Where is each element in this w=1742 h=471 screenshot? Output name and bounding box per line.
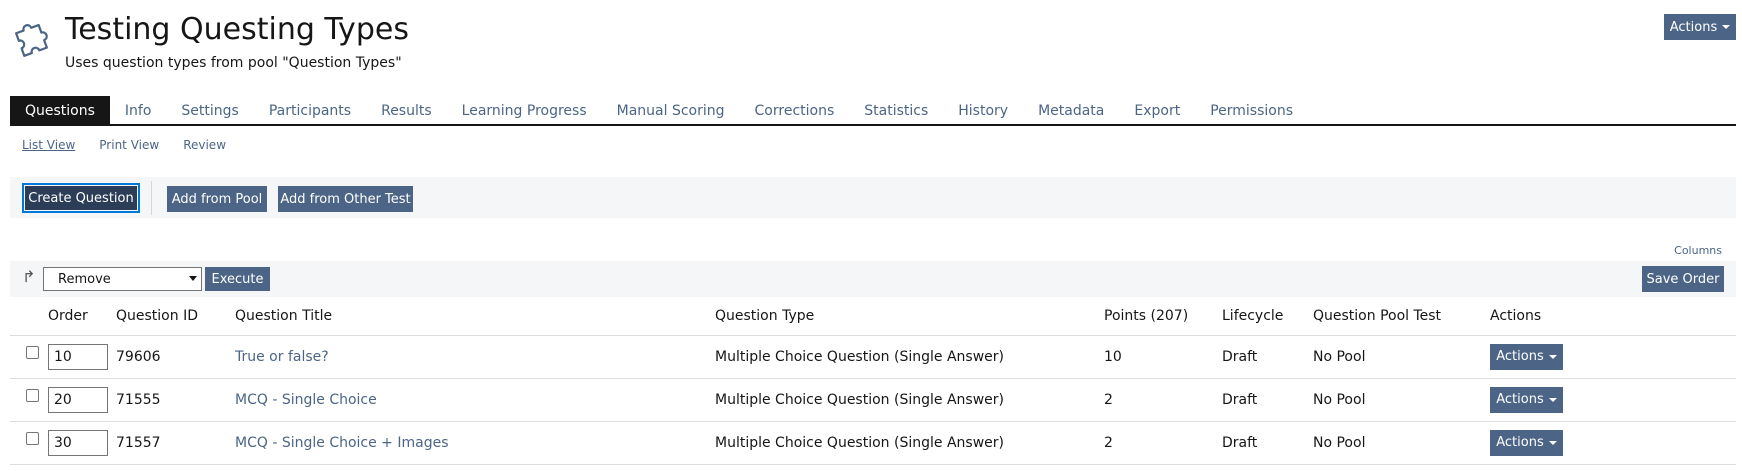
caret-down-icon — [1548, 397, 1557, 402]
subtab-bar: List View Print View Review — [10, 138, 238, 152]
row-actions-label: Actions — [1496, 435, 1544, 450]
row-checkbox[interactable] — [26, 389, 39, 402]
tab-settings[interactable]: Settings — [166, 96, 253, 126]
question-type: Multiple Choice Question (Single Answer) — [715, 378, 1104, 422]
row-actions-label: Actions — [1496, 349, 1544, 364]
tab-permissions[interactable]: Permissions — [1195, 96, 1308, 126]
column-header-lifecycle[interactable]: Lifecycle — [1222, 297, 1313, 336]
header-actions-button[interactable]: Actions — [1664, 14, 1736, 40]
multi-action-select[interactable]: Remove — [43, 267, 202, 291]
create-question-button[interactable]: Create Question — [25, 186, 137, 210]
page-description: Uses question types from pool "Question … — [65, 55, 402, 71]
subtab-print-view[interactable]: Print View — [87, 138, 171, 152]
tab-bar: Questions Info Settings Participants Res… — [10, 96, 1736, 126]
caret-down-icon — [1548, 354, 1557, 359]
tab-statistics[interactable]: Statistics — [849, 96, 943, 126]
column-header-points[interactable]: Points (207) — [1104, 297, 1222, 336]
toolbar-divider — [151, 181, 152, 215]
order-input[interactable]: 20 — [48, 386, 108, 413]
tab-info[interactable]: Info — [110, 96, 167, 126]
table-header-row: Order Question ID Question Title Questio… — [10, 297, 1736, 336]
create-question-focus-ring: Create Question — [22, 183, 140, 213]
tab-metadata[interactable]: Metadata — [1023, 96, 1119, 126]
row-actions-button[interactable]: Actions — [1490, 343, 1563, 370]
question-id: 79606 — [116, 335, 235, 379]
tab-history[interactable]: History — [943, 96, 1023, 126]
question-lifecycle: Draft — [1222, 421, 1313, 465]
tab-export[interactable]: Export — [1119, 96, 1195, 126]
column-header-question-type[interactable]: Question Type — [715, 297, 1104, 336]
row-checkbox[interactable] — [26, 432, 39, 445]
column-header-question-pool-test[interactable]: Question Pool Test — [1313, 297, 1490, 336]
multi-action-selected-value: Remove — [58, 271, 111, 287]
add-from-pool-button[interactable]: Add from Pool — [167, 186, 267, 212]
tab-learning-progress[interactable]: Learning Progress — [447, 96, 602, 126]
page-title: Testing Questing Types — [65, 12, 409, 47]
tab-corrections[interactable]: Corrections — [740, 96, 850, 126]
row-actions-button[interactable]: Actions — [1490, 429, 1563, 456]
question-pool: No Pool — [1313, 421, 1490, 465]
row-checkbox[interactable] — [26, 346, 39, 359]
row-actions-label: Actions — [1496, 392, 1544, 407]
question-pool: No Pool — [1313, 335, 1490, 379]
order-input[interactable]: 10 — [48, 343, 108, 370]
table-row: 30 71557 MCQ - Single Choice + Images Mu… — [10, 421, 1736, 465]
table-row: 10 79606 True or false? Multiple Choice … — [10, 335, 1736, 379]
question-lifecycle: Draft — [1222, 378, 1313, 422]
question-points: 2 — [1104, 378, 1222, 422]
question-pool: No Pool — [1313, 378, 1490, 422]
columns-link[interactable]: Columns — [1674, 244, 1722, 257]
questions-table: Order Question ID Question Title Questio… — [10, 297, 1736, 465]
question-type: Multiple Choice Question (Single Answer) — [715, 335, 1104, 379]
column-header-order[interactable]: Order — [48, 297, 116, 336]
add-from-other-test-button[interactable]: Add from Other Test — [278, 186, 413, 212]
subtab-review[interactable]: Review — [171, 138, 238, 152]
tab-manual-scoring[interactable]: Manual Scoring — [602, 96, 740, 126]
question-points: 10 — [1104, 335, 1222, 379]
select-arrow-icon: ↱ — [22, 267, 36, 286]
column-header-question-id[interactable]: Question ID — [116, 297, 235, 336]
question-title-link[interactable]: True or false? — [235, 349, 329, 365]
row-actions-button[interactable]: Actions — [1490, 386, 1563, 413]
column-header-actions: Actions — [1490, 297, 1736, 336]
question-title-link[interactable]: MCQ - Single Choice + Images — [235, 435, 449, 451]
question-lifecycle: Draft — [1222, 335, 1313, 379]
chevron-down-icon — [189, 276, 197, 281]
question-type: Multiple Choice Question (Single Answer) — [715, 421, 1104, 465]
save-order-button[interactable]: Save Order — [1642, 266, 1724, 292]
subtab-list-view[interactable]: List View — [10, 138, 87, 152]
caret-down-icon — [1722, 25, 1731, 29]
tab-results[interactable]: Results — [366, 96, 447, 126]
question-points: 2 — [1104, 421, 1222, 465]
execute-button[interactable]: Execute — [205, 267, 270, 291]
select-column-header — [10, 297, 48, 336]
order-input[interactable]: 30 — [48, 429, 108, 456]
header-actions-label: Actions — [1669, 19, 1718, 35]
table-row: 20 71555 MCQ - Single Choice Multiple Ch… — [10, 378, 1736, 422]
question-id: 71555 — [116, 378, 235, 422]
puzzle-icon — [15, 23, 48, 57]
toolbar: Create Question Add from Pool Add from O… — [10, 177, 1736, 218]
question-title-link[interactable]: MCQ - Single Choice — [235, 392, 377, 408]
tab-questions[interactable]: Questions — [10, 96, 110, 126]
table-action-bar: ↱ Remove Execute Save Order — [10, 261, 1736, 297]
question-id: 71557 — [116, 421, 235, 465]
column-header-question-title[interactable]: Question Title — [235, 297, 715, 336]
caret-down-icon — [1548, 440, 1557, 445]
tab-participants[interactable]: Participants — [254, 96, 366, 126]
